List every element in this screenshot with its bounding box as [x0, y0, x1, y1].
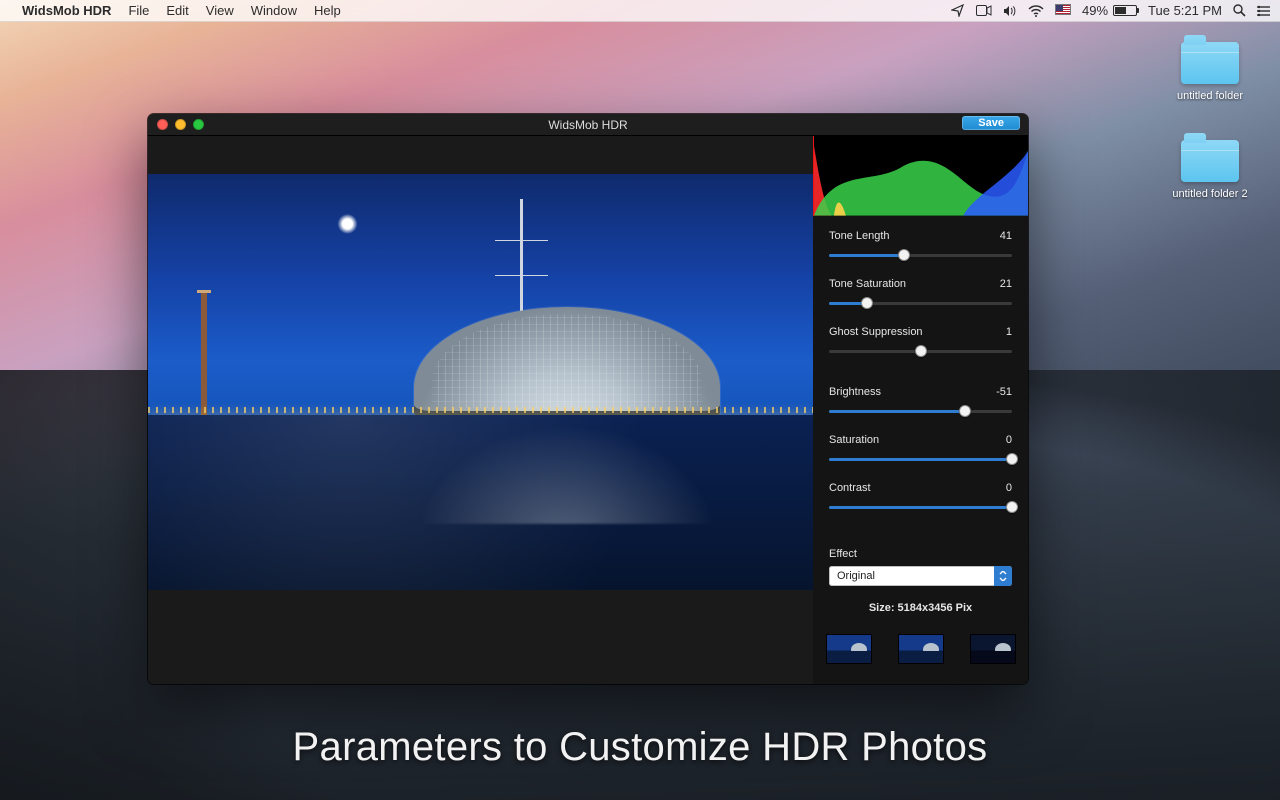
- image-size-label: Size: 5184x3456 Pix: [829, 602, 1012, 614]
- slider-label: Saturation: [829, 434, 879, 446]
- menubar: WidsMob HDR File Edit View Window Help 4…: [0, 0, 1280, 22]
- slider-label: Ghost Suppression: [829, 326, 923, 338]
- notification-center-icon[interactable]: [1257, 5, 1270, 17]
- menu-file[interactable]: File: [128, 3, 149, 18]
- slider-value: 21: [1000, 278, 1012, 290]
- window-title: WidsMob HDR: [148, 118, 1028, 132]
- battery-icon: [1113, 5, 1137, 16]
- window-titlebar[interactable]: WidsMob HDR Save: [148, 114, 1028, 136]
- slider-brightness[interactable]: Brightness -51: [829, 386, 1012, 418]
- menu-help[interactable]: Help: [314, 3, 341, 18]
- app-window: WidsMob HDR Save: [148, 114, 1028, 684]
- bracket-thumbnails: [813, 626, 1028, 676]
- facetime-icon[interactable]: [976, 5, 992, 16]
- slider-contrast[interactable]: Contrast 0: [829, 482, 1012, 514]
- folder-icon: [1181, 140, 1239, 182]
- spotlight-icon[interactable]: [1233, 4, 1246, 17]
- folder-icon: [1181, 42, 1239, 84]
- bracket-thumbnail[interactable]: [826, 634, 872, 664]
- slider-value: 0: [1006, 434, 1012, 446]
- desktop-folder[interactable]: untitled folder: [1170, 42, 1250, 102]
- slider-value: 1: [1006, 326, 1012, 338]
- slider-tone-length[interactable]: Tone Length 41: [829, 230, 1012, 262]
- chevron-up-down-icon: [994, 566, 1012, 586]
- battery-percent-label: 49%: [1082, 3, 1108, 18]
- wifi-icon[interactable]: [1028, 5, 1044, 17]
- adjustments-panel: Tone Length 41 Tone Saturation 21 Ghost Su…: [813, 136, 1028, 684]
- volume-icon[interactable]: [1003, 5, 1017, 17]
- desktop: WidsMob HDR File Edit View Window Help 4…: [0, 0, 1280, 800]
- bracket-thumbnail[interactable]: [898, 634, 944, 664]
- folder-label: untitled folder: [1170, 90, 1250, 102]
- slider-value: 41: [1000, 230, 1012, 242]
- bracket-thumbnail[interactable]: [970, 634, 1016, 664]
- save-button[interactable]: Save: [962, 116, 1020, 130]
- effect-select[interactable]: Original: [829, 566, 1012, 586]
- effect-selected-value: Original: [837, 570, 875, 582]
- slider-value: 0: [1006, 482, 1012, 494]
- location-icon[interactable]: [951, 4, 965, 17]
- slider-value: -51: [996, 386, 1012, 398]
- image-preview: [148, 174, 813, 590]
- slider-label: Contrast: [829, 482, 871, 494]
- slider-label: Brightness: [829, 386, 881, 398]
- effect-label: Effect: [829, 548, 1012, 560]
- menubar-clock[interactable]: Tue 5:21 PM: [1148, 3, 1222, 18]
- menu-window[interactable]: Window: [251, 3, 297, 18]
- menu-app-name[interactable]: WidsMob HDR: [22, 3, 111, 18]
- histogram: [813, 136, 1028, 216]
- input-source-flag-icon[interactable]: [1055, 3, 1071, 18]
- desktop-folder[interactable]: untitled folder 2: [1170, 140, 1250, 200]
- slider-tone-saturation[interactable]: Tone Saturation 21: [829, 278, 1012, 310]
- battery-status[interactable]: 49%: [1082, 3, 1137, 18]
- marketing-caption: Parameters to Customize HDR Photos: [0, 725, 1280, 770]
- slider-label: Tone Length: [829, 230, 890, 242]
- menu-edit[interactable]: Edit: [166, 3, 188, 18]
- slider-label: Tone Saturation: [829, 278, 906, 290]
- slider-saturation[interactable]: Saturation 0: [829, 434, 1012, 466]
- slider-ghost-suppression[interactable]: Ghost Suppression 1: [829, 326, 1012, 358]
- menu-view[interactable]: View: [206, 3, 234, 18]
- folder-label: untitled folder 2: [1170, 188, 1250, 200]
